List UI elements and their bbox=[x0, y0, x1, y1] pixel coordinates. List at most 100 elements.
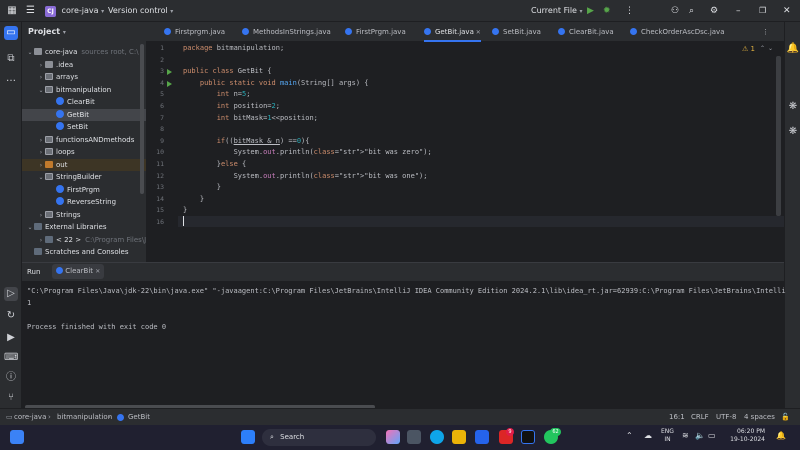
more-tabs-icon[interactable]: ⋮ bbox=[762, 22, 769, 42]
structure-tool-icon[interactable]: ⧉ bbox=[4, 52, 18, 66]
run-config-tab[interactable]: ClearBit ✕ bbox=[52, 264, 105, 279]
run-tool-icon[interactable]: ▷ bbox=[4, 287, 18, 301]
run-icon[interactable]: ▶ bbox=[587, 4, 594, 18]
tree-item[interactable]: › out bbox=[22, 158, 146, 172]
close-icon[interactable]: ✕ bbox=[474, 29, 481, 36]
crumb-class[interactable]: GetBit bbox=[128, 409, 150, 426]
editor-tab[interactable]: SetBit.java bbox=[492, 22, 541, 42]
code-line[interactable]: public class GetBit { bbox=[183, 67, 272, 75]
main-menu-icon[interactable]: ☰ bbox=[26, 4, 35, 18]
cloud-icon[interactable]: ☁ bbox=[644, 431, 652, 440]
copilot-icon[interactable] bbox=[386, 430, 400, 444]
code-line[interactable]: int position=2; bbox=[183, 102, 280, 110]
restore-icon[interactable]: ❐ bbox=[759, 4, 766, 18]
chevron-right-icon[interactable]: › bbox=[37, 235, 45, 247]
vcs-widget[interactable]: Version control ▾ bbox=[108, 4, 173, 18]
code-line[interactable]: if((bitMask & n) ==0){ bbox=[183, 137, 310, 145]
services-tool-icon[interactable]: ▶ bbox=[4, 331, 18, 345]
taskbar-search[interactable]: ⌕ Search bbox=[262, 429, 376, 446]
intellij-icon[interactable] bbox=[521, 430, 535, 444]
start-icon[interactable] bbox=[241, 430, 255, 444]
tree-item[interactable]: ⌄ External Libraries bbox=[22, 221, 146, 234]
tree-item[interactable]: GetBit bbox=[22, 108, 146, 121]
code-line[interactable]: }else { bbox=[183, 160, 247, 168]
edge-icon[interactable] bbox=[430, 430, 444, 444]
chevron-down-icon[interactable]: ⌄ bbox=[26, 222, 34, 234]
code-line[interactable]: System.out.println(class="str">"bit was … bbox=[183, 148, 432, 156]
chevron-right-icon[interactable]: › bbox=[37, 72, 45, 84]
tree-item[interactable]: › .idea bbox=[22, 59, 146, 72]
settings-icon[interactable]: ⚙ bbox=[710, 4, 718, 18]
tree-item[interactable]: ⌄ StringBuilder bbox=[22, 171, 146, 184]
search-icon[interactable]: ⌕ bbox=[689, 4, 694, 18]
more-icon[interactable]: ⋮ bbox=[625, 4, 634, 18]
wifi-icon[interactable]: ≋ bbox=[682, 431, 689, 440]
code-line[interactable]: } bbox=[183, 183, 221, 191]
project-panel-header[interactable]: Project ▾ bbox=[22, 22, 146, 42]
code-line[interactable]: int n=5; bbox=[183, 90, 251, 98]
run-tab[interactable]: Run bbox=[27, 263, 40, 281]
close-icon[interactable]: ✕ bbox=[95, 268, 100, 275]
clock[interactable]: 06:20 PM 19-10-2024 bbox=[725, 428, 765, 444]
add-user-icon[interactable]: ⚇ bbox=[671, 4, 679, 18]
code-line[interactable]: System.out.println(class="str">"bit was … bbox=[183, 172, 428, 180]
code-line[interactable]: int bitMask=1<<position; bbox=[183, 114, 318, 122]
editor-tab[interactable]: FirstPrgm.java bbox=[345, 22, 406, 42]
tree-item[interactable]: ⌄ bitmanipulation bbox=[22, 84, 146, 97]
chevron-down-icon[interactable]: ⌄ bbox=[37, 172, 45, 184]
tree-item[interactable]: SetBit bbox=[22, 121, 146, 134]
tree-item[interactable]: ⌄ core-java sources root, C:\ bbox=[22, 46, 146, 59]
debug-tool-icon[interactable]: ↻ bbox=[4, 309, 18, 323]
problems-tool-icon[interactable]: ⓘ bbox=[4, 371, 18, 385]
chevron-down-icon[interactable]: ⌄ bbox=[768, 45, 773, 52]
editor-tab[interactable]: ClearBit.java bbox=[558, 22, 614, 42]
chevron-right-icon[interactable]: › bbox=[37, 210, 45, 222]
editor-tab[interactable]: CheckOrderAscDsc.java bbox=[630, 22, 725, 42]
chevron-right-icon[interactable]: › bbox=[37, 147, 45, 159]
store-icon[interactable] bbox=[475, 430, 489, 444]
git-tool-icon[interactable]: ⑂ bbox=[4, 391, 18, 405]
minimize-icon[interactable]: – bbox=[736, 4, 741, 18]
tree-item[interactable]: › < 22 > C:\Program Files\Ja bbox=[22, 234, 146, 247]
tree-item[interactable]: › loops bbox=[22, 146, 146, 159]
chevron-right-icon[interactable]: › bbox=[37, 160, 45, 172]
debug-icon[interactable]: ✹ bbox=[603, 4, 611, 18]
language-indicator[interactable]: ENG IN bbox=[661, 428, 674, 444]
project-switcher[interactable]: CJ core-java ▾ bbox=[45, 4, 104, 18]
editor-tab[interactable]: Firstprgm.java bbox=[164, 22, 225, 42]
chevron-up-icon[interactable]: ⌃ bbox=[760, 45, 765, 52]
chevron-right-icon[interactable]: › bbox=[37, 135, 45, 147]
tree-item[interactable]: › Strings bbox=[22, 209, 146, 222]
line-separator[interactable]: CRLF bbox=[691, 409, 709, 426]
ai-assistant-icon[interactable]: ❋ bbox=[786, 100, 800, 114]
chevron-down-icon[interactable]: ⌄ bbox=[26, 47, 34, 59]
tree-item[interactable]: FirstPrgm bbox=[22, 184, 146, 197]
terminal-tool-icon[interactable]: ⌨ bbox=[4, 351, 18, 365]
tree-scrollbar[interactable] bbox=[140, 44, 144, 194]
task-view-icon[interactable] bbox=[407, 430, 421, 444]
tree-item[interactable]: Scratches and Consoles bbox=[22, 246, 146, 259]
run-config-selector[interactable]: Current File ▾ bbox=[531, 4, 583, 18]
code-line[interactable]: package bitmanipulation; bbox=[183, 44, 284, 52]
tree-item[interactable]: ReverseString bbox=[22, 196, 146, 209]
notification-bell-icon[interactable]: 🔔 bbox=[776, 431, 786, 440]
code-editor[interactable]: 1 2 3 4 5 6 7 8 9 10 11 12 13 14 15 16 package bitmanip… bbox=[146, 42, 784, 262]
editor-tab[interactable]: GetBit.java ✕ bbox=[424, 22, 481, 42]
crumb-project[interactable]: core-java bbox=[14, 409, 46, 426]
file-encoding[interactable]: UTF-8 bbox=[716, 409, 736, 426]
close-icon[interactable]: ✕ bbox=[783, 4, 791, 18]
volume-icon[interactable]: 🔈 bbox=[695, 431, 705, 440]
more-tools-icon[interactable]: … bbox=[4, 72, 18, 86]
weather-widget-icon[interactable] bbox=[10, 430, 24, 444]
editor-tab[interactable]: MethodsInStrings.java bbox=[242, 22, 331, 42]
windows-menu-icon[interactable]: ▦ bbox=[6, 4, 18, 18]
tree-item[interactable]: › functionsANDmethods bbox=[22, 134, 146, 147]
crumb-package[interactable]: bitmanipulation bbox=[57, 409, 112, 426]
chevron-right-icon[interactable]: › bbox=[37, 60, 45, 72]
notifications-icon[interactable]: 🔔 bbox=[786, 42, 800, 56]
code-line[interactable]: } bbox=[183, 206, 187, 214]
indent-setting[interactable]: 4 spaces bbox=[744, 409, 775, 426]
editor-scrollbar[interactable] bbox=[776, 56, 781, 216]
project-tool-icon[interactable]: ▭ bbox=[4, 26, 18, 40]
code-line[interactable]: public static void main(String[] args) { bbox=[183, 79, 369, 87]
